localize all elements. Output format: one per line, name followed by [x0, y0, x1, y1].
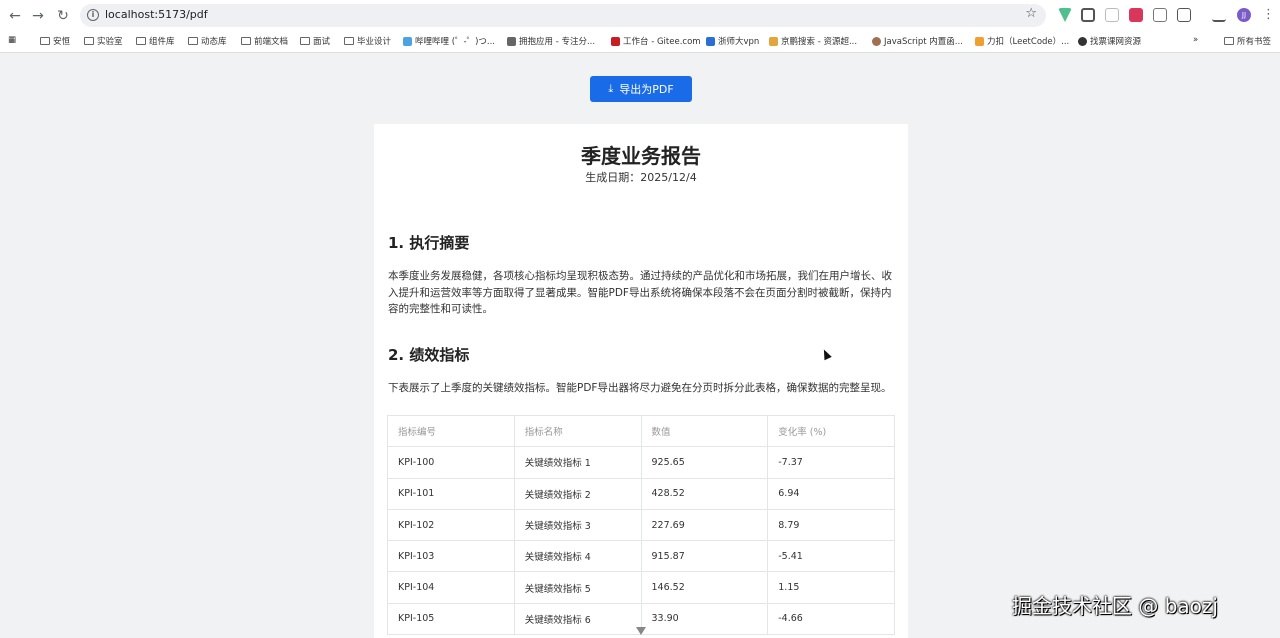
all-bookmarks-folder[interactable]: 所有书签	[1224, 35, 1271, 47]
table-header-row: 指标编号 指标名称 数值 变化率 (%)	[387, 414, 895, 448]
table-cell: -7.37	[767, 446, 895, 479]
extension-icon[interactable]	[1105, 8, 1119, 22]
vue-devtools-icon[interactable]	[1058, 8, 1072, 22]
extension-icon[interactable]	[1129, 8, 1143, 22]
report-date: 生成日期：2025/12/4	[585, 171, 697, 184]
table-row: KPI-101 关键绩效指标 2 428.52 6.94	[387, 477, 895, 510]
gitee-icon	[611, 36, 620, 46]
bookmark-folder[interactable]: 动态库	[188, 35, 227, 47]
folder-icon	[344, 37, 354, 45]
menu-icon[interactable]: ⋮	[1262, 7, 1275, 22]
column-header: 指标编号	[387, 414, 515, 448]
bookmark-link[interactable]: 找票课网资源	[1078, 35, 1141, 47]
table-cell: 关键绩效指标 2	[513, 477, 642, 510]
table-cell: KPI-104	[387, 571, 515, 604]
url-text[interactable]: localhost:5173/pdf	[105, 8, 208, 21]
back-icon[interactable]: ←	[5, 6, 25, 26]
table-cell: 925.65	[640, 446, 769, 479]
export-pdf-button[interactable]: ⤓ 导出为PDF	[590, 76, 692, 102]
folder-icon	[300, 37, 310, 45]
table-row: KPI-100 关键绩效指标 1 925.65 -7.37	[387, 446, 895, 479]
watermark: 掘金技术社区 @ baozj	[1012, 594, 1218, 618]
table-cell: 428.52	[640, 477, 769, 510]
bookmark-star-icon[interactable]: ☆	[1025, 6, 1037, 21]
section-paragraph: 下表展示了上季度的关键绩效指标。智能PDF导出器将尽力避免在分页时拆分此表格，确…	[388, 382, 892, 394]
site-icon	[872, 36, 881, 46]
site-info-icon[interactable]: i	[87, 9, 99, 21]
report-page: 季度业务报告 生成日期：2025/12/4 1. 执行摘要 本季度业务发展稳健，…	[374, 124, 908, 638]
table-cell: -4.66	[767, 602, 895, 636]
table-cell: -5.41	[767, 540, 895, 573]
kpi-table: 指标编号 指标名称 数值 变化率 (%) KPI-100 关键绩效指标 1 92…	[387, 414, 895, 636]
bookmark-link[interactable]: 拥抱应用 - 专注分...	[507, 35, 595, 47]
table-row: KPI-104 关键绩效指标 5 146.52 1.15	[387, 571, 895, 604]
table-cell: 关键绩效指标 3	[513, 508, 642, 542]
extensions-puzzle-icon[interactable]	[1177, 8, 1191, 22]
bookmark-link[interactable]: JavaScript 内置函...	[872, 35, 963, 47]
table-row: KPI-103 关键绩效指标 4 915.87 -5.41	[387, 540, 895, 573]
vpn-icon	[706, 36, 715, 46]
folder-icon	[241, 37, 251, 45]
address-bar[interactable]: i localhost:5173/pdf ☆	[80, 4, 1046, 27]
table-cell: 关键绩效指标 1	[513, 446, 642, 479]
table-cell: 8.79	[767, 508, 895, 542]
profile-avatar[interactable]: JJ	[1237, 8, 1251, 22]
table-cell: KPI-100	[387, 446, 515, 479]
column-header: 指标名称	[513, 414, 642, 448]
bookmark-link[interactable]: 哔哩哔哩 (゜-゜)つ...	[403, 35, 495, 47]
more-bookmarks-button[interactable]: »	[1193, 35, 1198, 45]
folder-icon	[188, 37, 198, 45]
leetcode-icon	[975, 36, 984, 46]
forward-icon[interactable]: →	[28, 6, 48, 26]
folder-icon	[84, 37, 94, 45]
section-paragraph: 本季度业务发展稳健，各项核心指标均呈现积极态势。通过持续的产品优化和市场拓展，我…	[388, 270, 892, 315]
bookmark-link[interactable]: 京鹏搜索 - 资源超...	[769, 35, 857, 47]
folder-icon	[1224, 37, 1234, 45]
table-cell: KPI-105	[387, 602, 515, 636]
table-cell: 关键绩效指标 4	[513, 540, 642, 573]
reload-icon[interactable]: ↻	[53, 6, 73, 26]
globe-icon	[1078, 36, 1087, 46]
column-header: 变化率 (%)	[767, 414, 895, 448]
apps-grid-icon[interactable]: ▦	[8, 35, 16, 45]
bookmark-folder[interactable]: 组件库	[136, 35, 175, 47]
section-heading: 1. 执行摘要	[388, 234, 470, 252]
folder-icon	[40, 37, 50, 45]
table-cell: 915.87	[640, 540, 769, 573]
bookmark-folder[interactable]: 安恒	[40, 35, 70, 47]
browser-toolbar: ← → ↻ i localhost:5173/pdf ☆ JJ ⋮	[0, 0, 1280, 31]
bilibili-icon	[403, 36, 412, 46]
extension-icon[interactable]	[1153, 8, 1167, 22]
table-cell: 227.69	[640, 508, 769, 542]
table-cell: KPI-102	[387, 508, 515, 542]
extension-icon[interactable]	[1081, 8, 1095, 22]
table-cell: 关键绩效指标 5	[513, 571, 642, 604]
search-site-icon	[769, 36, 778, 46]
table-cell: 146.52	[640, 571, 769, 604]
bookmark-folder[interactable]: 前端文档	[241, 35, 288, 47]
report-title: 季度业务报告	[581, 144, 701, 168]
table-cell: KPI-101	[387, 477, 515, 510]
section-heading: 2. 绩效指标	[388, 346, 470, 364]
bookmark-link[interactable]: 工作台 - Gitee.com	[611, 35, 701, 47]
bookmark-folder[interactable]: 毕业设计	[344, 35, 391, 47]
table-cell: 1.15	[767, 571, 895, 604]
bookmark-link[interactable]: 浙师大vpn	[706, 35, 759, 47]
bookmark-folder[interactable]: 实验室	[84, 35, 123, 47]
bookmark-link[interactable]: 力扣（LeetCode）...	[975, 35, 1069, 47]
table-cell: KPI-103	[387, 540, 515, 573]
bookmark-folder[interactable]: 面试	[300, 35, 330, 47]
table-cell: 33.90	[640, 602, 769, 636]
table-cell: 6.94	[767, 477, 895, 510]
table-row: KPI-102 关键绩效指标 3 227.69 8.79	[387, 508, 895, 542]
scroll-down-icon[interactable]	[636, 627, 646, 635]
table-cell: 关键绩效指标 6	[513, 602, 642, 636]
download-icon: ⤓	[608, 82, 614, 95]
bookmarks-bar: ▦ 安恒 实验室 组件库 动态库 前端文档 面试 毕业设计 哔哩哔哩 (゜-゜)…	[0, 31, 1280, 53]
download-icon[interactable]	[1212, 8, 1226, 22]
column-header: 数值	[640, 414, 769, 448]
site-icon	[507, 36, 516, 46]
folder-icon	[136, 37, 146, 45]
